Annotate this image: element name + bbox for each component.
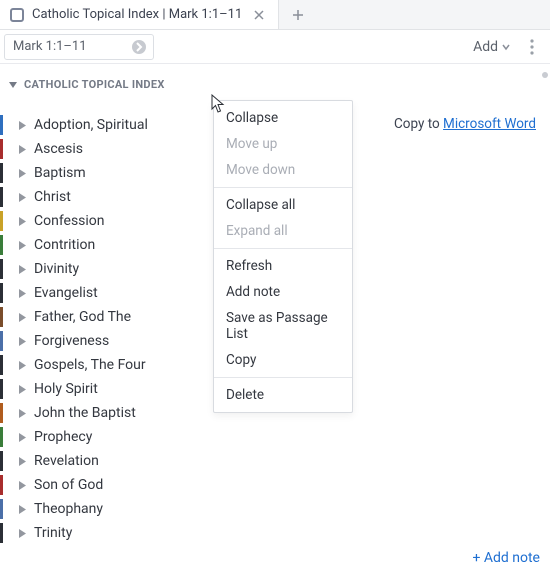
chevron-right-icon[interactable] (18, 193, 27, 202)
content-area: CATHOLIC TOPICAL INDEX Copy to Microsoft… (0, 64, 550, 572)
color-stripe (0, 139, 3, 159)
menu-move-down: Move down (214, 157, 352, 183)
chevron-right-icon[interactable] (18, 505, 27, 514)
active-tab[interactable]: Catholic Topical Index | Mark 1:1–11 (0, 0, 279, 29)
color-stripe (0, 163, 3, 183)
color-stripe (0, 403, 3, 423)
chevron-down-icon (8, 80, 18, 90)
go-icon[interactable] (131, 39, 147, 55)
section-header-label: CATHOLIC TOPICAL INDEX (24, 78, 165, 91)
menu-separator (214, 377, 352, 378)
tree-item[interactable]: Trinity (18, 521, 550, 545)
close-icon[interactable] (250, 6, 268, 24)
chevron-right-icon[interactable] (18, 529, 27, 538)
add-button[interactable]: Add (467, 34, 516, 60)
tree-item-label: Father, God The (34, 309, 131, 325)
menu-add-note[interactable]: Add note (214, 279, 352, 305)
new-tab-button[interactable] (279, 0, 317, 29)
tree-item-label: Gospels, The Four (34, 357, 146, 373)
menu-separator (214, 248, 352, 249)
menu-move-up: Move up (214, 131, 352, 157)
tree-item-label: Ascesis (34, 141, 83, 157)
tab-title: Catholic Topical Index | Mark 1:1–11 (32, 7, 242, 22)
tree-item-label: Confession (34, 213, 105, 229)
tree-item-label: John the Baptist (34, 405, 136, 421)
color-stripe (0, 475, 3, 495)
color-stripe (0, 331, 3, 351)
tree-item-label: Baptism (34, 165, 86, 181)
menu-collapse[interactable]: Collapse (214, 105, 352, 131)
reference-input[interactable]: Mark 1:1–11 (4, 34, 154, 60)
tree-item-label: Holy Spirit (34, 381, 98, 397)
color-stripe (0, 307, 3, 327)
color-stripe (0, 187, 3, 207)
color-stripe (0, 211, 3, 231)
chevron-right-icon[interactable] (18, 121, 27, 130)
reference-text: Mark 1:1–11 (13, 39, 87, 54)
menu-separator (214, 187, 352, 188)
tree-item[interactable]: Theophany (18, 497, 550, 521)
color-stripe (0, 427, 3, 447)
chevron-right-icon[interactable] (18, 433, 27, 442)
tree-item-label: Christ (34, 189, 71, 205)
scrollbar-thumb[interactable] (542, 72, 548, 78)
tree-item[interactable]: Son of God (18, 473, 550, 497)
chevron-right-icon[interactable] (18, 481, 27, 490)
chevron-right-icon[interactable] (18, 145, 27, 154)
tree-item-label: Revelation (34, 453, 99, 469)
menu-expand-all: Expand all (214, 218, 352, 244)
chevron-right-icon[interactable] (18, 241, 27, 250)
chevron-right-icon[interactable] (18, 313, 27, 322)
color-stripe (0, 499, 3, 519)
color-stripe (0, 451, 3, 471)
color-stripe (0, 355, 3, 375)
titlebar: Catholic Topical Index | Mark 1:1–11 (0, 0, 550, 30)
menu-copy[interactable]: Copy (214, 347, 352, 373)
more-menu-button[interactable] (522, 34, 542, 60)
chevron-right-icon[interactable] (18, 289, 27, 298)
menu-delete[interactable]: Delete (214, 382, 352, 408)
chevron-right-icon[interactable] (18, 409, 27, 418)
tree-item-label: Son of God (34, 477, 103, 493)
tree-item-label: Adoption, Spiritual (34, 117, 148, 133)
tree-item[interactable]: Revelation (18, 449, 550, 473)
chevron-right-icon[interactable] (18, 361, 27, 370)
tree-item-label: Trinity (34, 525, 72, 541)
book-icon (10, 8, 24, 22)
color-stripe (0, 235, 3, 255)
context-menu: Collapse Move up Move down Collapse all … (213, 100, 353, 413)
chevron-right-icon[interactable] (18, 217, 27, 226)
menu-collapse-all[interactable]: Collapse all (214, 192, 352, 218)
chevron-right-icon[interactable] (18, 337, 27, 346)
add-button-label: Add (473, 39, 498, 55)
menu-save-passage[interactable]: Save as Passage List (214, 305, 352, 347)
chevron-right-icon[interactable] (18, 385, 27, 394)
tree-item-label: Evangelist (34, 285, 98, 301)
tree-item[interactable]: Prophecy (18, 425, 550, 449)
tree-item-label: Contrition (34, 237, 95, 253)
chevron-right-icon[interactable] (18, 457, 27, 466)
section-header[interactable]: CATHOLIC TOPICAL INDEX (0, 64, 550, 95)
tree-item-label: Forgiveness (34, 333, 109, 349)
add-note-link[interactable]: + Add note (472, 550, 540, 566)
tree-item-label: Prophecy (34, 429, 92, 445)
color-stripe (0, 115, 3, 135)
chevron-right-icon[interactable] (18, 169, 27, 178)
chevron-right-icon[interactable] (18, 265, 27, 274)
tree-item-label: Theophany (34, 501, 103, 517)
color-stripe (0, 523, 3, 543)
color-stripe (0, 379, 3, 399)
color-stripe (0, 283, 3, 303)
toolbar: Mark 1:1–11 Add (0, 30, 550, 64)
menu-refresh[interactable]: Refresh (214, 253, 352, 279)
color-stripe (0, 259, 3, 279)
tree-item-label: Divinity (34, 261, 79, 277)
